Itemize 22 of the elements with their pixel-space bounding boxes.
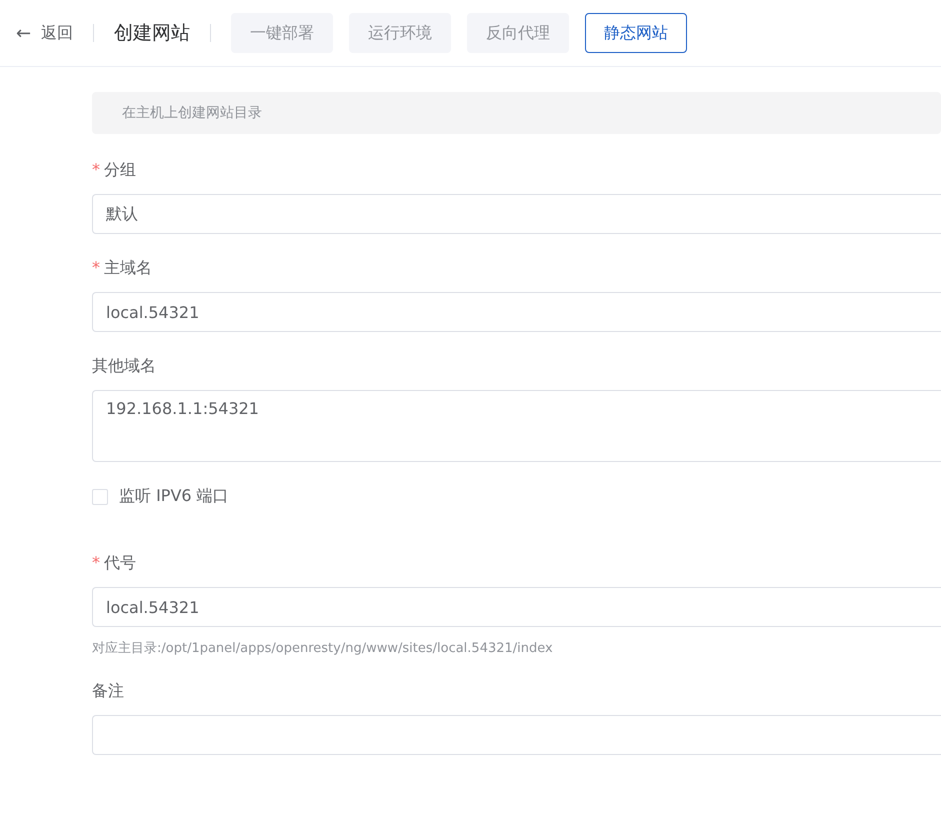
input-field[interactable] bbox=[92, 715, 941, 755]
field-label: 分组 bbox=[104, 160, 136, 179]
tab[interactable]: 静态网站 bbox=[585, 13, 688, 53]
page-title: 创建网站 bbox=[114, 21, 190, 46]
input-field[interactable]: local.54321 bbox=[92, 292, 941, 332]
field-label: 备注 bbox=[92, 681, 124, 700]
field-hint: 对应主目录:/opt/1panel/apps/openresty/ng/www/sites/local.54321/index bbox=[92, 640, 554, 657]
input-field[interactable]: 192.168.1.1:54321 bbox=[92, 390, 941, 462]
back-link[interactable]: ← 返回 bbox=[16, 22, 74, 44]
checkbox[interactable] bbox=[92, 488, 108, 504]
field-label: 代号 bbox=[104, 553, 136, 572]
notice-banner: 在主机上创建网站目录 bbox=[92, 92, 941, 134]
required-mark: * bbox=[92, 160, 100, 179]
select-field[interactable]: 默认 bbox=[92, 194, 941, 234]
required-mark: * bbox=[92, 258, 100, 277]
arrow-left-icon: ← bbox=[16, 22, 32, 44]
required-mark: * bbox=[92, 553, 100, 572]
checkbox-label: 监听 IPV6 端口 bbox=[119, 486, 229, 507]
field-label: 主域名 bbox=[104, 258, 152, 277]
field-label: 其他域名 bbox=[92, 356, 156, 375]
back-label: 返回 bbox=[41, 22, 74, 44]
input-field[interactable]: local.54321 bbox=[92, 587, 941, 627]
